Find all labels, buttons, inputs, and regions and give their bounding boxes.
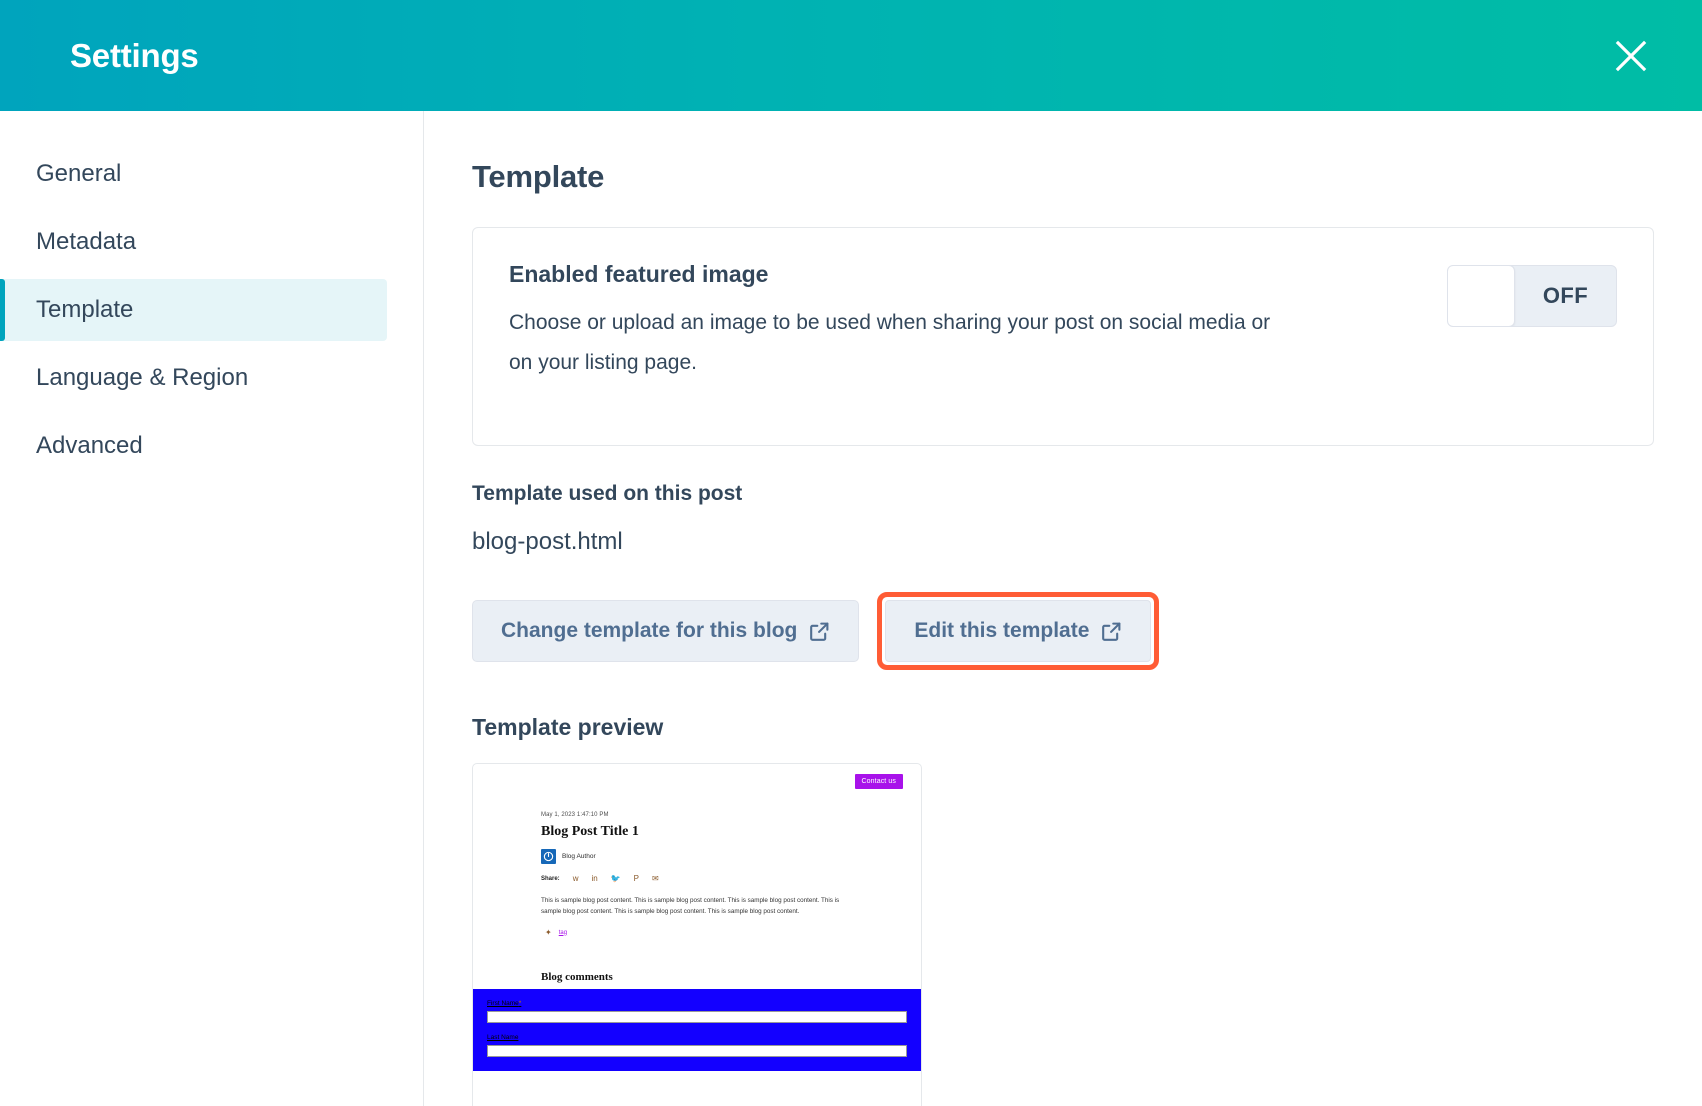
template-actions: Change template for this blog Edit this … <box>472 592 1654 670</box>
avatar <box>541 849 556 864</box>
preview-post-date: May 1, 2023 1:47:10 PM <box>541 812 609 818</box>
sidebar-item-language-region[interactable]: Language & Region <box>0 347 387 409</box>
sidebar-item-label: Template <box>36 296 134 323</box>
sidebar-item-label: Advanced <box>36 432 143 459</box>
sidebar-item-advanced[interactable]: Advanced <box>0 415 387 477</box>
email-icon[interactable]: ✉ <box>652 875 659 883</box>
featured-image-toggle[interactable]: OFF <box>1447 265 1617 327</box>
settings-modal: Settings General Metadata Template Langu… <box>0 0 1702 1106</box>
close-button[interactable] <box>1608 33 1654 79</box>
required-marker: * <box>518 1000 522 1008</box>
template-used-heading: Template used on this post <box>472 482 743 505</box>
sidebar-item-label: Language & Region <box>36 364 249 391</box>
toggle-state-label: OFF <box>1542 283 1589 308</box>
preview-topbar: Contact us <box>473 764 921 798</box>
preview-tag-link[interactable]: tag <box>559 930 567 936</box>
edit-template-button[interactable]: Edit this template <box>885 600 1152 662</box>
sidebar-item-label: General <box>36 160 122 187</box>
template-preview-heading: Template preview <box>472 714 664 740</box>
toggle-knob <box>1448 266 1515 326</box>
preview-post-content: This is sample blog post content. This i… <box>541 897 840 916</box>
first-name-input[interactable] <box>487 1011 907 1024</box>
sidebar-item-template[interactable]: Template <box>0 279 387 341</box>
preview-author-row: Blog Author <box>541 849 861 864</box>
pinterest-icon[interactable]: P <box>634 875 639 883</box>
close-icon <box>1614 39 1648 73</box>
change-template-label: Change template for this blog <box>501 619 798 642</box>
sidebar-item-label: Metadata <box>36 228 137 255</box>
preview-comment-form: First Name* Last Name <box>473 989 921 1072</box>
facebook-icon[interactable]: w <box>573 875 579 883</box>
change-template-button[interactable]: Change template for this blog <box>472 600 860 662</box>
external-link-icon <box>809 621 830 642</box>
first-name-label: First Name* <box>487 1000 907 1007</box>
preview-author-name: Blog Author <box>562 853 596 860</box>
featured-image-card: Enabled featured image Choose or upload … <box>472 227 1654 446</box>
preview-share-label: Share: <box>541 876 560 882</box>
last-name-label: Last Name <box>487 1034 519 1042</box>
preview-post-body: May 1, 2023 1:47:10 PM Blog Post Title 1… <box>473 798 921 983</box>
modal-header: Settings <box>0 0 1702 111</box>
template-preview-frame[interactable]: Contact us May 1, 2023 1:47:10 PM Blog P… <box>472 763 922 1106</box>
edit-template-label: Edit this template <box>914 619 1090 642</box>
sidebar-item-metadata[interactable]: Metadata <box>0 211 387 273</box>
last-name-input[interactable] <box>487 1045 907 1058</box>
template-used-value: blog-post.html <box>472 528 623 555</box>
preview-post-title: Blog Post Title 1 <box>541 824 639 839</box>
tag-icon: ✦ <box>545 928 552 938</box>
preview-comments-heading: Blog comments <box>541 971 613 984</box>
featured-image-heading: Enabled featured image <box>509 261 769 287</box>
featured-image-description: Choose or upload an image to be used whe… <box>509 311 1271 374</box>
sidebar-item-general[interactable]: General <box>0 143 387 205</box>
settings-main-panel: Template Enabled featured image Choose o… <box>424 111 1702 1106</box>
preview-tag-row: ✦ tag <box>541 928 861 937</box>
preview-share-row: Share: w in 🐦 P ✉ <box>541 875 861 883</box>
preview-contact-us-button[interactable]: Contact us <box>854 774 903 789</box>
section-title: Template <box>472 159 605 194</box>
twitter-icon[interactable]: 🐦 <box>611 875 621 883</box>
linkedin-icon[interactable]: in <box>591 875 597 883</box>
modal-body: General Metadata Template Language & Reg… <box>0 111 1702 1106</box>
featured-image-text: Enabled featured image Choose or upload … <box>509 261 1299 383</box>
edit-template-highlight: Edit this template <box>877 592 1160 670</box>
first-name-label-text: First Name <box>487 1000 519 1008</box>
external-link-icon <box>1101 621 1122 642</box>
page-title: Settings <box>70 36 199 74</box>
settings-sidebar: General Metadata Template Language & Reg… <box>0 111 424 1106</box>
